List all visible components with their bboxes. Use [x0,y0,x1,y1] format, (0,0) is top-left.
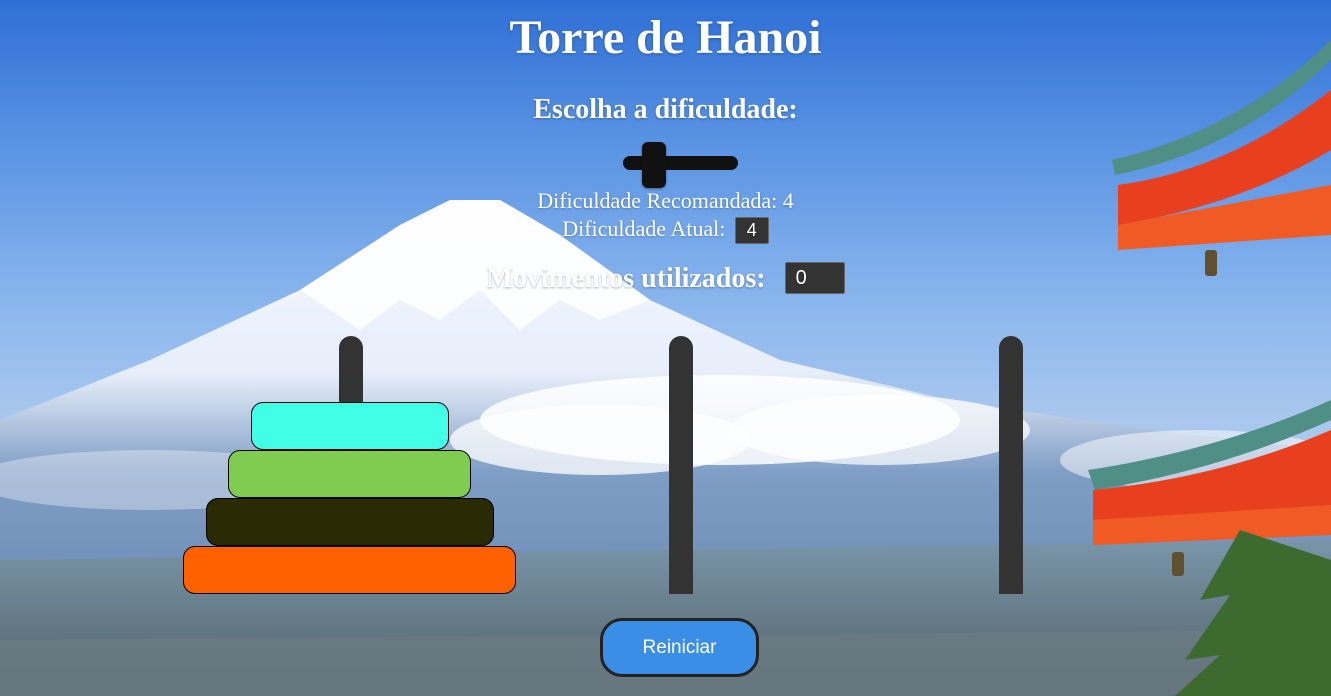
disk-1[interactable] [251,402,449,450]
moves-label: Movimentos utilizados: [486,263,766,294]
difficulty-slider[interactable] [623,142,738,188]
difficulty-slider-thumb[interactable] [642,142,666,188]
moves-counter: 0 [784,262,845,294]
tower-right-pole[interactable] [999,336,1023,594]
tower-middle-pole[interactable] [669,336,693,594]
disk-4[interactable] [183,546,516,594]
current-difficulty-row: Dificuldade Atual: 4 [0,216,1331,245]
difficulty-heading: Escolha a dificuldade: [533,94,798,125]
current-difficulty-label: Dificuldade Atual: [562,216,726,241]
page-title: Torre de Hanoi [509,11,822,64]
disk-2[interactable] [228,450,471,498]
disk-3[interactable] [206,498,494,546]
moves-row: Movimentos utilizados: 0 [0,262,1331,295]
restart-button[interactable]: Reiniciar [600,618,759,677]
tower-left-pole[interactable] [339,336,363,406]
current-difficulty-value: 4 [734,217,769,245]
recommended-difficulty-text: Dificuldade Recomandada: 4 [537,188,794,213]
